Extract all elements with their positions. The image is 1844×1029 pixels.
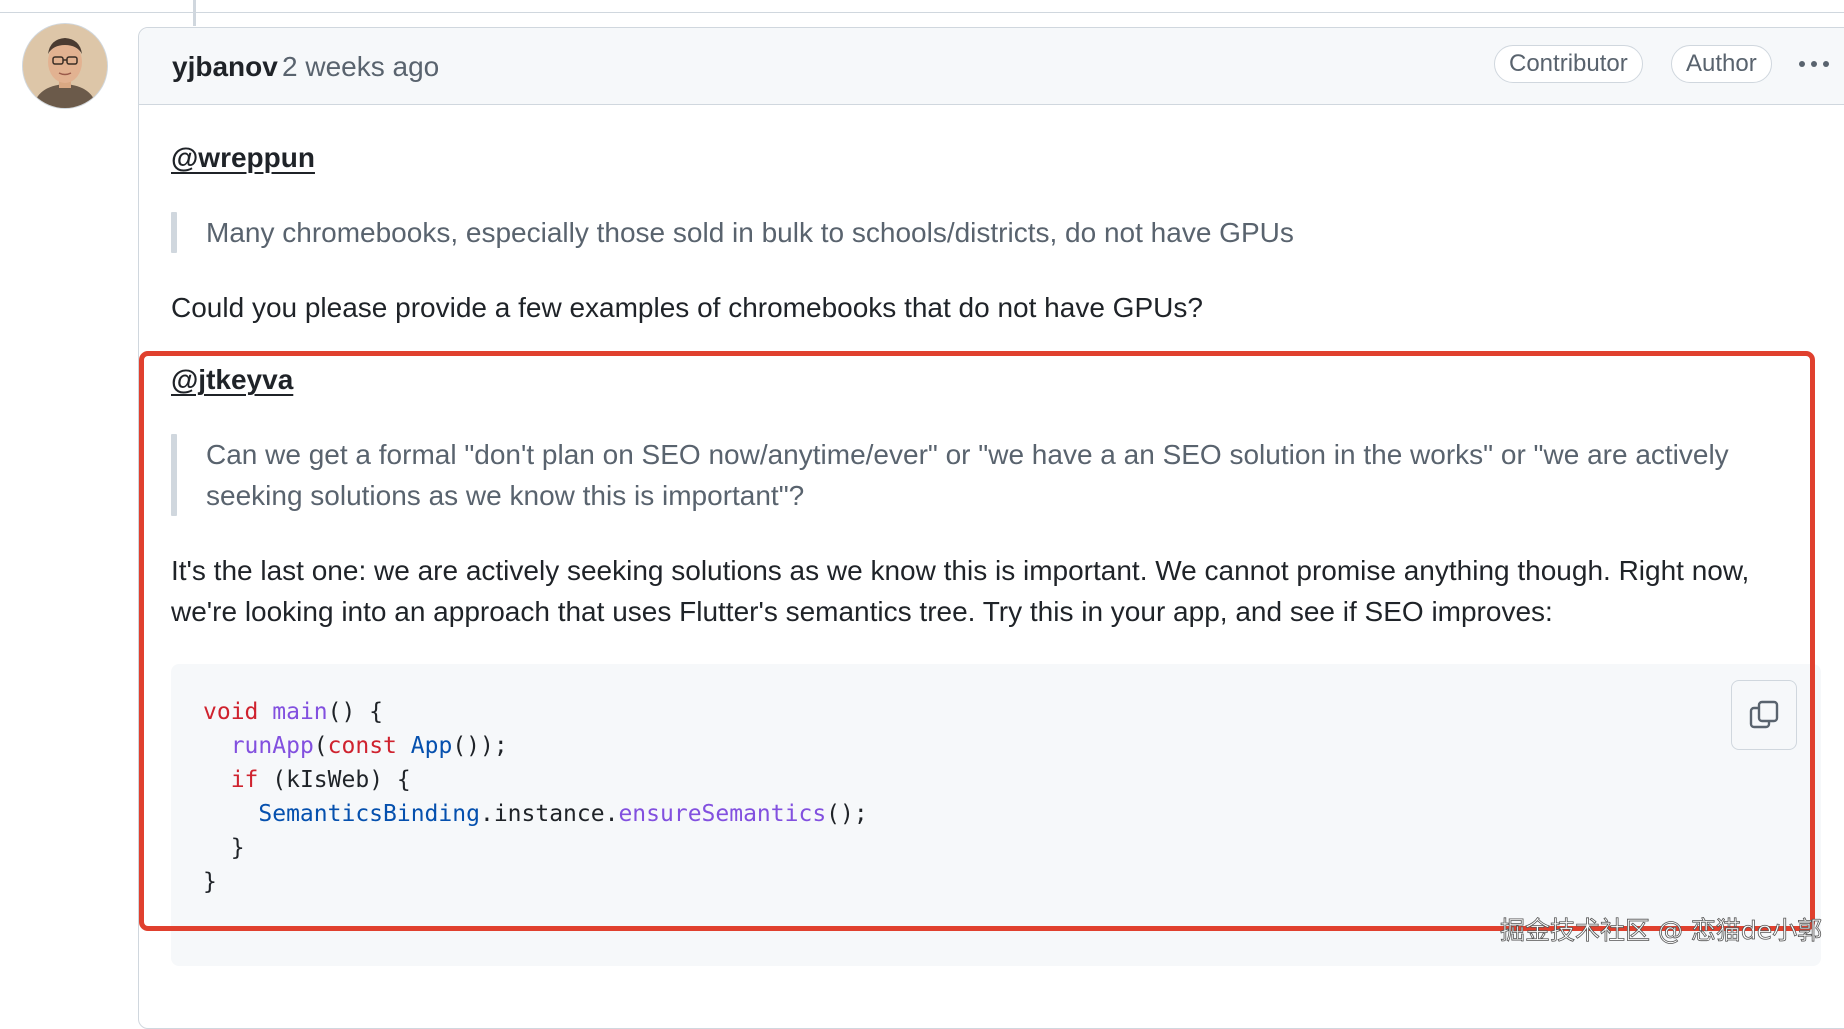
- author-name[interactable]: yjbanov: [172, 51, 278, 83]
- blockquote-line: seeking solutions as we know this is imp…: [206, 480, 805, 511]
- blockquote-bar: [171, 212, 177, 253]
- paragraph-line: It's the last one: we are actively seeki…: [171, 555, 1750, 586]
- timeline-connector: [193, 0, 196, 26]
- code-function: main: [272, 699, 328, 725]
- kebab-horizontal-icon[interactable]: [1794, 44, 1834, 80]
- copy-icon: [1749, 700, 1779, 729]
- mention-link[interactable]: @jtkeyva: [171, 364, 293, 396]
- mention-link[interactable]: @wreppun: [171, 142, 315, 174]
- avatar[interactable]: [23, 24, 107, 108]
- code-class: SemanticsBinding: [258, 801, 480, 827]
- blockquote: Many chromebooks, especially those sold …: [206, 212, 1294, 253]
- code-function: ensureSemantics: [618, 801, 827, 827]
- blockquote: Can we get a formal "don't plan on SEO n…: [206, 434, 1729, 516]
- copy-code-button[interactable]: [1731, 680, 1797, 750]
- code-function: runApp: [230, 733, 314, 759]
- watermark: 掘金技术社区 @ 恋猫de小郭: [1500, 916, 1823, 946]
- blockquote-bar: [171, 434, 177, 516]
- reply-paragraph: Could you please provide a few examples …: [171, 287, 1203, 328]
- contributor-badge: Contributor: [1494, 45, 1643, 83]
- author-badge: Author: [1671, 45, 1772, 83]
- top-divider: [0, 12, 1844, 13]
- code-property: instance: [493, 801, 605, 827]
- blockquote-line: Can we get a formal "don't plan on SEO n…: [206, 439, 1729, 470]
- paragraph-line: Could you please provide a few examples …: [171, 292, 1203, 323]
- code-class: App: [410, 733, 453, 759]
- code-variable: kIsWeb: [286, 767, 370, 793]
- code-keyword: const: [327, 733, 397, 759]
- comment-timestamp[interactable]: 2 weeks ago: [282, 51, 439, 83]
- code-keyword: void: [203, 699, 259, 725]
- code-content: void main() { runApp(const App()); if (k…: [203, 699, 868, 895]
- paragraph-line: we're looking into an approach that uses…: [171, 596, 1553, 627]
- reply-paragraph: It's the last one: we are actively seeki…: [171, 550, 1749, 632]
- code-keyword: if: [230, 767, 259, 793]
- avatar-image: [23, 24, 107, 108]
- blockquote-line: Many chromebooks, especially those sold …: [206, 217, 1294, 248]
- comment-header: yjbanov 2 weeks ago Contributor Author: [139, 28, 1844, 105]
